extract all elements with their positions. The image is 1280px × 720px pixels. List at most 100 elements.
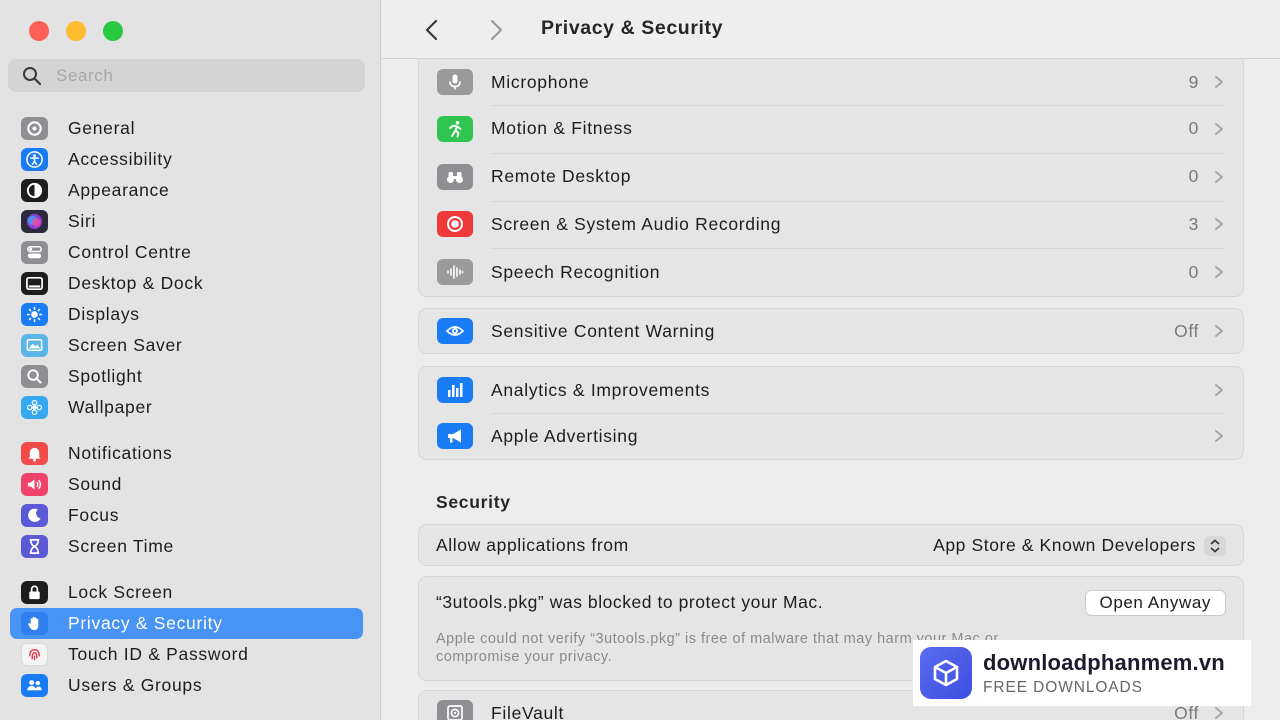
megaphone-icon [437,423,473,449]
chevron-right-icon [1215,170,1223,183]
row-microphone[interactable]: Microphone 9 [419,59,1243,105]
sidebar-item-wallpaper[interactable]: Wallpaper [10,392,363,423]
close-window-button[interactable] [29,21,49,41]
row-label: Apple Advertising [491,425,639,446]
sidebar-item-accessibility[interactable]: Accessibility [10,144,363,175]
row-sensitive-content-warning[interactable]: Sensitive Content Warning Off [419,309,1243,353]
flower-icon [21,396,48,419]
allow-apps-group: Allow applications from App Store & Know… [418,524,1244,566]
sidebar-item-label: Screen Saver [68,335,183,355]
sidebar-group-system: General Accessibility Appearance Siri Contro… [10,113,363,423]
brightness-icon [21,303,48,326]
fingerprint-icon [21,643,48,666]
row-label: Microphone [491,71,590,92]
row-analytics-and-improvements[interactable]: Analytics & Improvements [419,367,1243,413]
sidebar-item-control-centre[interactable]: Control Centre [10,237,363,268]
blocked-app-message: “3utools.pkg” was blocked to protect you… [436,592,824,612]
chevron-right-icon [1215,325,1223,337]
sidebar-item-label: Accessibility [68,149,173,169]
binoculars-icon [437,163,473,190]
hourglass-icon [21,535,48,558]
record-icon [437,211,473,238]
chevron-right-icon [1215,76,1223,88]
forward-button[interactable] [483,15,509,45]
minimize-window-button[interactable] [66,21,86,41]
sidebar-item-touch-id-and-password[interactable]: Touch ID & Password [10,639,363,670]
sidebar-item-notifications[interactable]: Notifications [10,438,363,469]
row-label: Screen & System Audio Recording [491,213,782,234]
chevron-right-icon [1215,122,1223,135]
open-anyway-button[interactable]: Open Anyway [1084,589,1226,616]
sidebar-item-label: Focus [68,505,120,525]
chevron-right-icon [1215,218,1223,231]
sidebar: General Accessibility Appearance Siri Contro… [0,0,381,720]
siri-icon [21,210,48,233]
row-label: Motion & Fitness [491,118,633,139]
sidebar-item-screen-time[interactable]: Screen Time [10,531,363,562]
row-apple-advertising[interactable]: Apple Advertising [419,413,1243,459]
screen-saver-icon [21,334,48,357]
magnifier-icon [21,365,48,388]
back-button[interactable] [419,15,445,45]
sidebar-item-spotlight[interactable]: Spotlight [10,361,363,392]
sidebar-item-screen-saver[interactable]: Screen Saver [10,330,363,361]
row-value: 3 [1188,213,1199,234]
row-remote-desktop[interactable]: Remote Desktop 0 [419,152,1243,201]
search-field[interactable] [8,59,365,92]
users-icon [21,674,48,697]
sidebar-item-label: Displays [68,304,140,324]
zoom-window-button[interactable] [103,21,123,41]
vault-icon [437,700,473,720]
cube-logo-icon [920,647,972,699]
sidebar-item-appearance[interactable]: Appearance [10,175,363,206]
sidebar-item-label: Notifications [68,443,173,463]
chevron-right-icon [1215,266,1223,279]
search-input[interactable] [56,65,356,86]
eye-warning-icon [437,318,473,344]
sidebar-item-desktop-and-dock[interactable]: Desktop & Dock [10,268,363,299]
sidebar-item-privacy-and-security[interactable]: Privacy & Security [10,608,363,639]
row-motion-and-fitness[interactable]: Motion & Fitness 0 [419,105,1243,153]
sidebar-item-siri[interactable]: Siri [10,206,363,237]
bell-icon [21,442,48,465]
up-down-chevron-icon [1204,535,1226,556]
lock-icon [21,581,48,604]
row-screen-and-system-audio-recording[interactable]: Screen & System Audio Recording 3 [419,200,1243,249]
sidebar-item-focus[interactable]: Focus [10,500,363,531]
watermark-badge: downloadphanmem.vn FREE DOWNLOADS [913,640,1251,706]
row-value: 0 [1188,118,1199,139]
sidebar-item-users-and-groups[interactable]: Users & Groups [10,670,363,701]
allow-apps-select[interactable]: App Store & Known Developers [933,535,1226,556]
sidebar-group-security: Lock Screen Privacy & Security Touch ID & … [10,577,363,701]
sidebar-item-label: Control Centre [68,242,192,262]
waveform-icon [437,259,473,286]
sidebar-item-label: Users & Groups [68,675,203,695]
sidebar-item-label: Lock Screen [68,582,173,602]
blocked-app-row: “3utools.pkg” was blocked to protect you… [419,577,1243,618]
chevron-right-icon [1215,707,1223,719]
sidebar-item-lock-screen[interactable]: Lock Screen [10,577,363,608]
sidebar-item-general[interactable]: General [10,113,363,144]
running-figure-icon [437,115,473,142]
row-value: 0 [1188,261,1199,282]
dock-icon [21,272,48,295]
control-centre-icon [21,241,48,264]
sidebar-item-label: General [68,118,136,138]
analytics-group: Analytics & Improvements Apple Advertisin… [418,366,1244,460]
window-controls [29,21,123,41]
moon-icon [21,504,48,527]
sidebar-item-displays[interactable]: Displays [10,299,363,330]
search-icon [23,66,42,85]
row-value: 9 [1188,71,1199,92]
speaker-icon [21,473,48,496]
bar-chart-icon [437,377,473,403]
sidebar-item-label: Wallpaper [68,397,153,417]
allow-apps-row: Allow applications from App Store & Know… [419,525,1243,566]
chevron-right-icon [490,19,503,41]
row-label: Analytics & Improvements [491,379,711,400]
main-content: Microphone 9 Motion & Fitness 0 Remote Deskt… [382,0,1280,720]
row-speech-recognition[interactable]: Speech Recognition 0 [419,248,1243,296]
hand-icon [21,612,48,635]
sidebar-item-sound[interactable]: Sound [10,469,363,500]
appearance-icon [21,179,48,202]
